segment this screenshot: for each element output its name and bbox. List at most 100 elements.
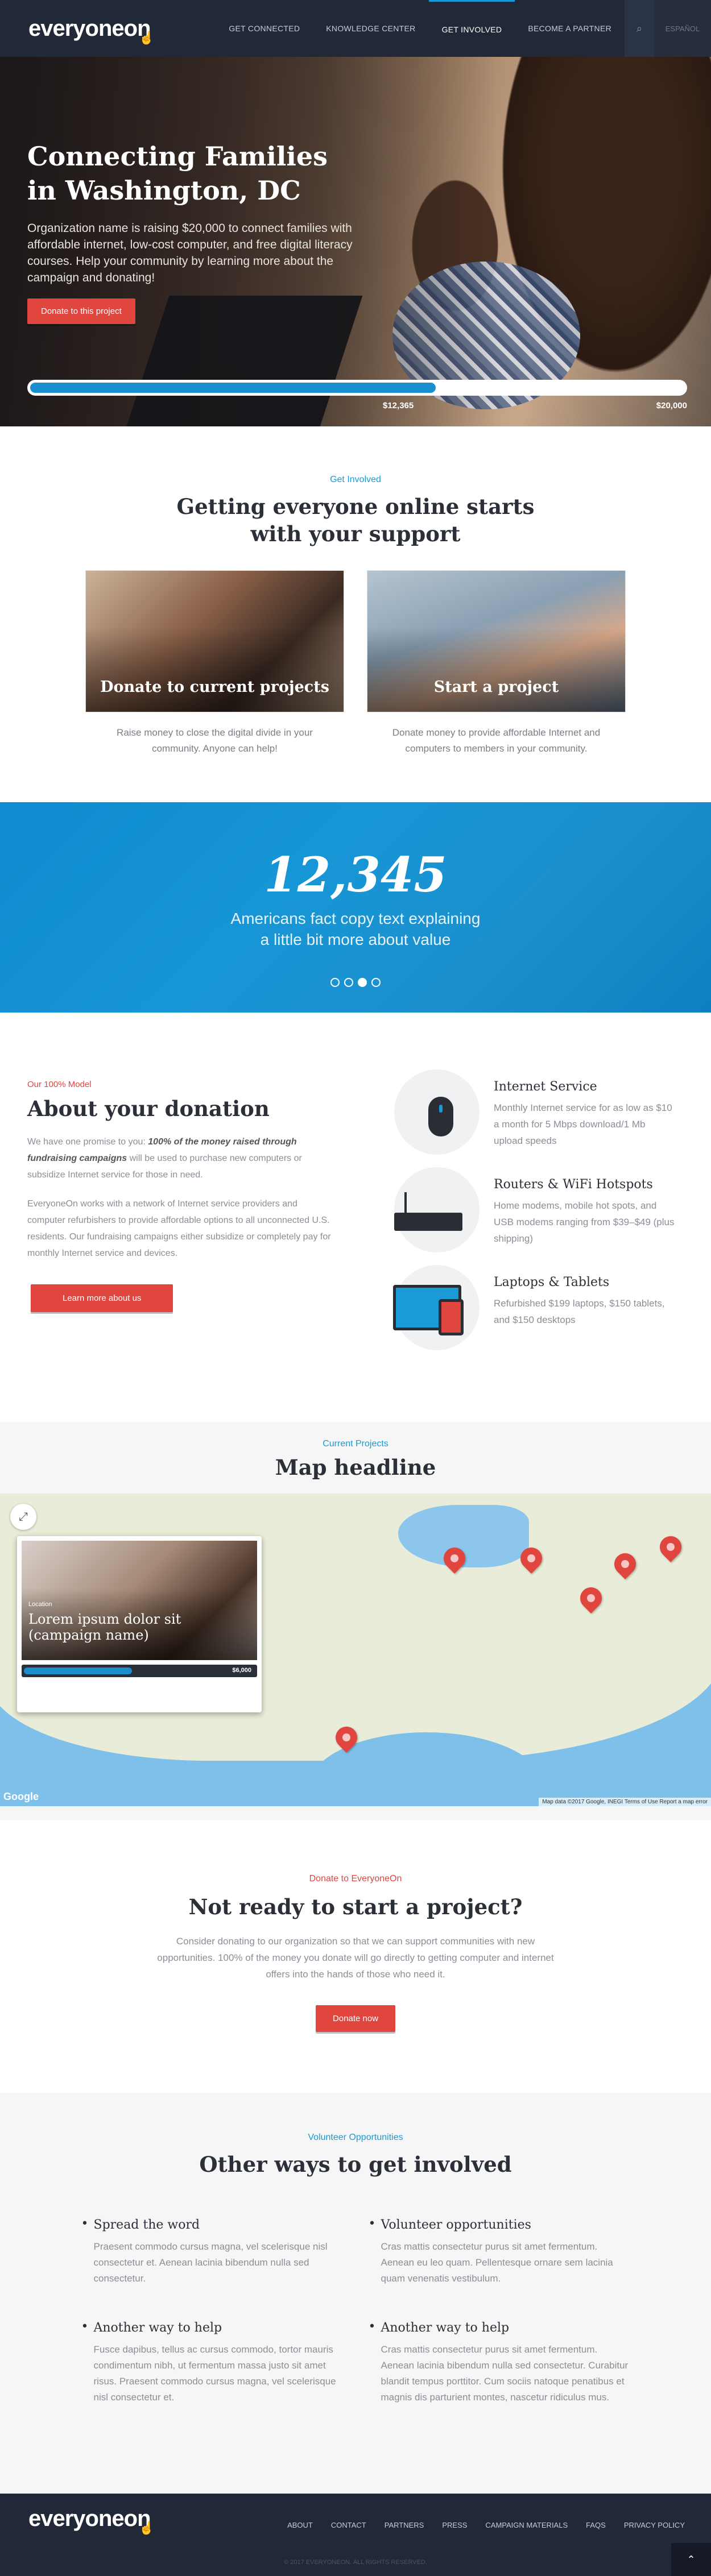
way-title: Another way to help	[81, 2320, 343, 2335]
stats-carousel: 12,345 Americans fact copy text explaini…	[0, 802, 711, 1013]
router-shape	[394, 1192, 462, 1231]
feature-title: Internet Service	[494, 1080, 597, 1094]
stat-caption-line2: a little bit more about value	[260, 931, 451, 948]
card-donate-projects[interactable]: Donate to current projects Raise money t…	[85, 570, 344, 757]
hero-content: Connecting Families in Washington, DC Or…	[27, 139, 357, 324]
donate-to-project-button[interactable]: Donate to this project	[27, 298, 135, 324]
carousel-dot[interactable]	[344, 978, 353, 987]
popup-progress-fill	[24, 1667, 133, 1674]
list-item: Spread the word Praesent commodo cursus …	[81, 2217, 343, 2287]
list-item: Another way to help Cras mattis consecte…	[369, 2320, 630, 2405]
carousel-dot[interactable]	[371, 978, 381, 987]
hand-cursor-icon: ☝	[139, 30, 154, 45]
donate-now-button[interactable]: Donate now	[315, 2005, 396, 2032]
campaign-progress-fill	[30, 383, 436, 393]
section-title: Other ways to get involved	[199, 2152, 512, 2177]
footer-link-partners[interactable]: PARTNERS	[375, 2521, 433, 2529]
hero-title: Connecting Families in Washington, DC	[27, 139, 357, 208]
stat-number: 12,345	[264, 847, 447, 903]
progress-labels: $12,365 $20,000	[27, 401, 687, 412]
carousel-dot-active[interactable]	[358, 978, 367, 987]
stat-caption-line1: Americans fact copy text explaining	[230, 910, 481, 927]
way-title: Another way to help	[369, 2320, 630, 2335]
way-text: Cras mattis consectetur purus sit amet f…	[381, 2344, 629, 2403]
campaign-progress-bar	[27, 380, 687, 396]
feature-title: Laptops & Tablets	[494, 1275, 610, 1289]
volunteer-list: Spread the word Praesent commodo cursus …	[0, 2217, 711, 2405]
popup-location: Location	[28, 1601, 52, 1608]
footer-link-contact[interactable]: CONTACT	[322, 2521, 375, 2529]
card-title: Start a project	[433, 678, 559, 696]
feature-title: Routers & WiFi Hotspots	[494, 1177, 653, 1192]
tablet-shape	[439, 1299, 464, 1335]
nav-become-a-partner[interactable]: BECOME A PARTNER	[515, 0, 625, 57]
get-involved-section: Get Involved Getting everyone online sta…	[0, 426, 711, 757]
top-navigation: everyoneon ☝ GET CONNECTED KNOWLEDGE CEN…	[0, 0, 711, 57]
way-title: Spread the word	[81, 2217, 343, 2232]
copyright: © 2017 EVERYONEON. ALL RIGHTS RESERVED.	[284, 2559, 427, 2566]
footer-link-privacy-policy[interactable]: PRIVACY POLICY	[615, 2521, 694, 2529]
nav-get-connected[interactable]: GET CONNECTED	[216, 0, 313, 57]
carousel-dots	[0, 978, 711, 987]
section-eyebrow: Our 100% Model	[27, 1080, 92, 1089]
card-image-classroom: Start a project	[367, 570, 626, 712]
feature-body: Internet Service Monthly Internet servic…	[494, 1080, 676, 1155]
volunteer-section: Volunteer Opportunities Other ways to ge…	[0, 2093, 711, 2494]
way-text: Fusce dapibus, tellus ac cursus commodo,…	[93, 2344, 336, 2403]
section-eyebrow: Donate to EveryoneOn	[309, 1874, 402, 1884]
nav-knowledge-center[interactable]: KNOWLEDGE CENTER	[313, 0, 428, 57]
donation-section: Our 100% Model About your donation We ha…	[0, 1013, 711, 1422]
footer-logo[interactable]: everyoneon ☝	[28, 2506, 155, 2535]
section-title: Not ready to start a project?	[188, 1894, 523, 1919]
feature-body: Routers & WiFi Hotspots Home modems, mob…	[494, 1177, 676, 1252]
card-image-family: Donate to current projects	[85, 570, 344, 712]
section-eyebrow: Volunteer Opportunities	[308, 2133, 403, 2142]
hero-banner: Connecting Families in Washington, DC Or…	[0, 57, 711, 426]
feature-body: Laptops & Tablets Refurbished $199 lapto…	[494, 1275, 676, 1350]
chevron-up-icon[interactable]: ⌃	[671, 2543, 711, 2576]
fullscreen-icon[interactable]: ⤢	[10, 1504, 36, 1530]
feature-laptops: Laptops & Tablets Refurbished $199 lapto…	[393, 1265, 679, 1350]
way-text: Cras mattis consectetur purus sit amet f…	[381, 2241, 613, 2284]
section-title: Map headline	[275, 1455, 436, 1480]
section-eyebrow: Get Involved	[330, 475, 381, 484]
hero-title-line2: in Washington, DC	[27, 175, 301, 206]
feature-internet-service: Internet Service Monthly Internet servic…	[394, 1069, 679, 1155]
list-item: Another way to help Fusce dapibus, tellu…	[81, 2320, 343, 2405]
footer-link-faqs[interactable]: FAQS	[577, 2521, 615, 2529]
hero-description: Organization name is raising $20,000 to …	[27, 222, 353, 284]
card-start-project[interactable]: Start a project Donate money to provide …	[367, 570, 626, 757]
section-title-line2: with your support	[250, 521, 461, 546]
list-item: Volunteer opportunities Cras mattis cons…	[369, 2217, 630, 2287]
section-eyebrow: Current Projects	[323, 1439, 388, 1449]
google-logo: Google	[3, 1791, 39, 1802]
footer-link-about[interactable]: ABOUT	[278, 2521, 322, 2529]
card-description: Raise money to close the digital divide …	[117, 727, 313, 754]
card-description: Donate money to provide affordable Inter…	[392, 727, 601, 754]
amount-raised: $12,365	[383, 401, 414, 410]
map-terms-link[interactable]: Terms of Use	[625, 1799, 658, 1805]
map-report-link[interactable]: Report a map error	[660, 1799, 708, 1805]
donate-section: Donate to EveryoneOn Not ready to start …	[0, 1820, 711, 2093]
learn-more-button[interactable]: Learn more about us	[31, 1284, 173, 1312]
nav-get-involved[interactable]: GET INVOLVED	[428, 0, 515, 57]
way-text: Praesent commodo cursus magna, vel scele…	[93, 2241, 328, 2284]
hero-title-line1: Connecting Families	[27, 141, 328, 172]
language-switch[interactable]: ESPAÑOL	[654, 0, 711, 57]
router-icon	[394, 1167, 479, 1252]
amount-goal: $20,000	[656, 401, 687, 410]
footer-link-campaign-materials[interactable]: CAMPAIGN MATERIALS	[476, 2521, 577, 2529]
footer-nav: ABOUT CONTACT PARTNERS PRESS CAMPAIGN MA…	[278, 2521, 694, 2529]
site-logo[interactable]: everyoneon ☝	[28, 16, 155, 45]
popup-title: Lorem ipsum dolor sit (campaign name)	[28, 1611, 181, 1643]
donation-network: EveryoneOn works with a network of Inter…	[27, 1199, 331, 1258]
site-footer: everyoneon ☝ ABOUT CONTACT PARTNERS PRES…	[0, 2494, 711, 2576]
stat-caption: Americans fact copy text explaining a li…	[0, 908, 711, 950]
project-popup[interactable]: Location Lorem ipsum dolor sit (campaign…	[17, 1536, 262, 1712]
mouse-icon	[394, 1069, 479, 1155]
projects-map[interactable]: ⤢ Location Lorem ipsum dolor sit (campai…	[0, 1494, 711, 1806]
carousel-dot[interactable]	[330, 978, 340, 987]
feature-text: Refurbished $199 laptops, $150 tablets, …	[494, 1298, 665, 1325]
search-icon[interactable]: ⌕	[625, 0, 654, 57]
footer-link-press[interactable]: PRESS	[433, 2521, 476, 2529]
